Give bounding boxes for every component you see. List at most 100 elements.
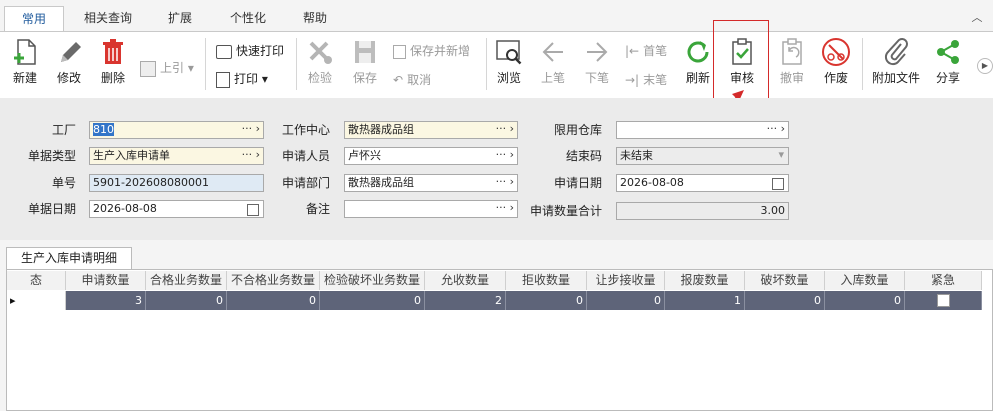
column-header[interactable]: 入库数量 (825, 271, 905, 290)
factory-label: 工厂 (51, 123, 76, 137)
save-new-icon (393, 44, 406, 59)
urgent-checkbox[interactable] (937, 294, 950, 307)
tab-personalize[interactable]: 个性化 (218, 6, 278, 32)
applicant-label: 申请人员 (281, 149, 330, 163)
audit-button[interactable]: 审核 (722, 34, 762, 92)
column-header[interactable]: 紧急 (905, 271, 982, 290)
doc-type-label: 单据类型 (27, 149, 76, 163)
grid-cell[interactable]: 0 (587, 291, 665, 310)
grid-cell[interactable]: 3 (66, 291, 146, 310)
pull-doc-icon (140, 60, 156, 77)
grid-cell[interactable]: 0 (227, 291, 320, 310)
quick-print-icon (216, 44, 232, 59)
applicant-field[interactable]: 卢怀兴 ··· › (344, 147, 518, 165)
column-header[interactable]: 允收数量 (425, 271, 506, 290)
row-pointer-icon[interactable]: ▸ (7, 291, 66, 310)
next-record-button[interactable]: 下笔 (578, 34, 616, 92)
grid-cell[interactable]: 0 (825, 291, 905, 310)
column-header[interactable]: 态 (7, 271, 66, 290)
qty-total-label: 申请数量合计 (529, 204, 602, 218)
calendar-icon[interactable] (772, 178, 784, 190)
share-button[interactable]: 分享 (929, 34, 967, 92)
void-scissors-icon (822, 38, 850, 66)
trash-icon (103, 39, 123, 64)
column-header[interactable]: 申请数量 (66, 271, 146, 290)
edit-button[interactable]: 修改 (50, 34, 88, 92)
work-center-field[interactable]: 散热器成品组 ··· › (344, 121, 518, 139)
grid-cell[interactable]: 0 (506, 291, 587, 310)
calendar-icon[interactable] (247, 204, 259, 216)
grid-cell[interactable]: 0 (745, 291, 825, 310)
save-and-new-button[interactable]: 保存并新增 (393, 41, 483, 61)
column-header[interactable]: 破坏数量 (745, 271, 825, 290)
column-header[interactable]: 拒收数量 (506, 271, 587, 290)
dept-field[interactable]: 散热器成品组 ··· › (344, 174, 518, 192)
grid-cell[interactable]: 0 (320, 291, 425, 310)
previous-record-button[interactable]: 上笔 (534, 34, 572, 92)
close-code-select[interactable]: 未结束 ▾ (616, 147, 789, 165)
refresh-button[interactable]: 刷新 (679, 34, 717, 92)
apply-date-field[interactable]: 2026-08-08 (616, 174, 789, 192)
menu-bar (0, 0, 993, 32)
print-preview-icon (216, 71, 230, 88)
share-icon (937, 40, 959, 64)
grid-cell (905, 291, 982, 310)
doc-date-label: 单据日期 (27, 202, 76, 216)
last-record-button[interactable]: →| 末笔 (625, 70, 675, 90)
grid-cell[interactable]: 2 (425, 291, 506, 310)
lookup-icon[interactable]: ··· › (496, 175, 517, 191)
first-record-button[interactable]: |← 首笔 (625, 41, 675, 61)
doc-date-field[interactable]: 2026-08-08 (89, 200, 264, 218)
remark-label: 备注 (305, 202, 330, 216)
browse-magnifier-icon (496, 40, 522, 65)
column-header[interactable]: 不合格业务数量 (227, 271, 320, 290)
column-header[interactable]: 报废数量 (665, 271, 745, 290)
column-header[interactable]: 检验破坏业务数量 (320, 271, 425, 290)
tab-extend[interactable]: 扩展 (150, 6, 210, 32)
separator (862, 38, 863, 90)
grid-cell[interactable]: 1 (665, 291, 745, 310)
warehouse-field[interactable]: ··· › (616, 121, 789, 139)
cancel-button[interactable]: ↶ 取消 (393, 70, 453, 90)
dept-label: 申请部门 (281, 176, 330, 190)
tab-common[interactable]: 常用 (4, 6, 64, 32)
refresh-icon (687, 41, 709, 63)
column-header[interactable]: 让步接收量 (587, 271, 665, 290)
grid-cell[interactable]: 0 (146, 291, 227, 310)
remark-field[interactable]: ··· › (344, 200, 518, 218)
delete-button[interactable]: 删除 (94, 34, 132, 92)
arrow-left-icon (542, 42, 563, 62)
lookup-icon[interactable]: ··· › (496, 201, 517, 217)
lookup-icon[interactable]: ··· › (767, 122, 788, 138)
save-button[interactable]: 保存 (345, 34, 385, 92)
browse-button[interactable]: 浏览 (490, 34, 528, 92)
lookup-icon[interactable]: ··· › (496, 122, 517, 138)
chevron-down-icon[interactable]: ▾ (778, 148, 788, 164)
qty-total-field: 3.00 (616, 202, 789, 220)
void-button[interactable]: 作废 (817, 34, 855, 92)
floppy-disk-icon (355, 41, 375, 63)
doc-type-field[interactable]: 生产入库申请单 ··· › (89, 147, 264, 165)
print-button[interactable]: 打印 ▾ (216, 69, 286, 89)
factory-field[interactable]: 810 ··· › (89, 121, 264, 139)
attach-file-button[interactable]: 附加文件 (866, 34, 926, 92)
pull-button[interactable]: 上引 ▾ (140, 58, 200, 78)
tab-related-query[interactable]: 相关查询 (72, 6, 144, 32)
new-button[interactable]: 新建 (6, 34, 44, 92)
separator (486, 38, 487, 90)
clipboard-undo-icon (782, 38, 802, 65)
tab-help[interactable]: 帮助 (285, 6, 345, 32)
unaudit-button[interactable]: 撤审 (773, 34, 811, 92)
paperclip-icon (884, 38, 908, 66)
lookup-icon[interactable]: ··· › (496, 148, 517, 164)
tab-detail-grid[interactable]: 生产入库申请明细 (6, 247, 132, 269)
ribbon-scroll-right-icon[interactable]: ▶ (977, 58, 993, 74)
apply-date-label: 申请日期 (553, 176, 602, 190)
clipboard-check-icon (732, 38, 752, 65)
collapse-ribbon-icon[interactable]: ︿ (970, 9, 984, 24)
dropdown-caret-icon: ▾ (187, 61, 194, 75)
doc-no-field[interactable]: 5901-202608080001 (89, 174, 264, 192)
inspect-button[interactable]: 检验 (300, 34, 340, 92)
column-header[interactable]: 合格业务数量 (146, 271, 227, 290)
quick-print-button[interactable]: 快速打印 (216, 41, 292, 61)
